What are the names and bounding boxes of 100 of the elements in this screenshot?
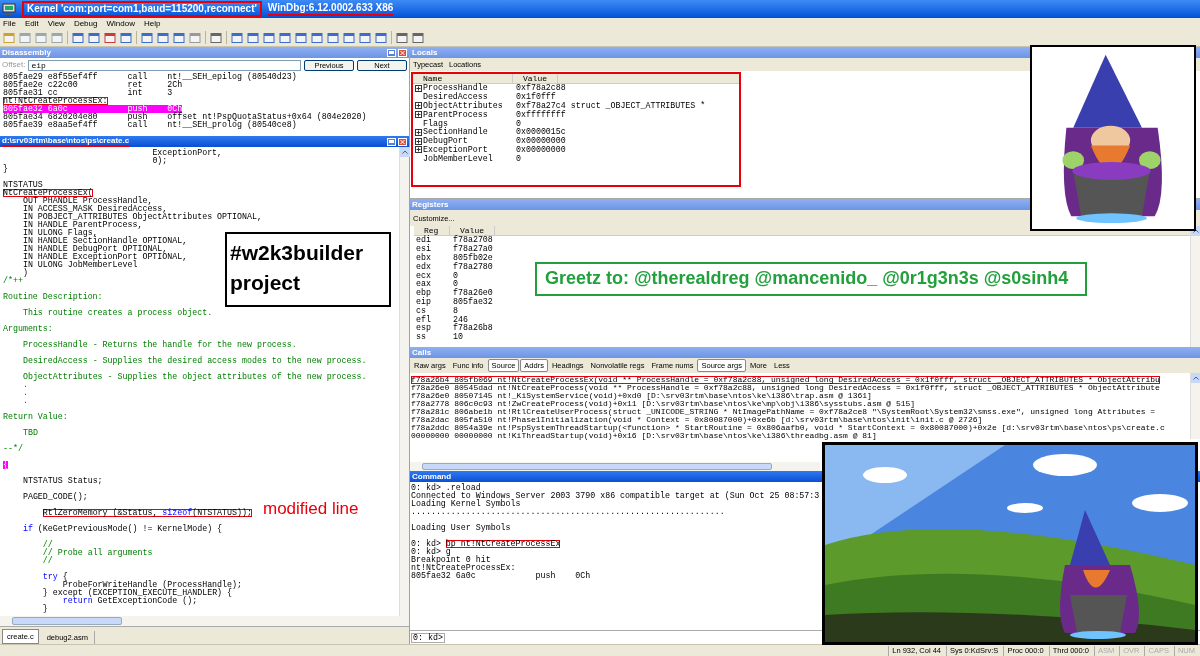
table-cell-text: f78a2780 [452,262,494,271]
window-icon[interactable] [141,31,153,44]
panel-title: Command [412,472,452,481]
window-icon[interactable] [173,31,185,44]
window-icon[interactable] [396,31,408,44]
table-cell: ebp [416,289,431,298]
table-cell: edi [416,236,431,245]
scroll-thumb[interactable] [422,463,772,470]
window-icon[interactable] [279,31,291,44]
greetings-label: Greetz to: @therealdreg @mancenido_ @0r1g3n3s @s0sinh4 [535,262,1087,296]
table-cell: ObjectAttributes [423,102,503,110]
close-icon[interactable] [398,48,407,57]
table-cell-text: 805fb02e [452,254,494,262]
code-line: IN POBJECT_ATTRIBUTES ObjectAttributes OPTIONAL, [21,213,262,221]
code-line: f78a26e0 80507145 nt!_KiSystemService(void)+0xd0 [D:\srv03rtm\base\ntos\ke\i386\trap.asm @ 1361] [411,392,872,400]
table-cell-text: 0 [515,154,522,163]
scrollbar[interactable] [410,462,820,471]
code-line: . [21,381,28,389]
window-icon[interactable] [247,31,259,44]
code-line: 805fae34 6820204e80 push offset nt!PspQuotaStatus+0x64 (804e2020) [3,113,367,121]
restore-icon[interactable] [387,48,396,57]
window-icon[interactable] [327,31,339,44]
code-line: ............................................................... [411,508,725,516]
code-line: Arguments: [3,325,53,333]
scrollbar[interactable] [1190,373,1200,439]
monitor-icon [2,2,16,16]
table-cell: SectionHandle [423,128,488,137]
menu-item[interactable]: View [47,18,65,29]
window-icon[interactable] [231,31,243,44]
code-line: nt!NtCreateProcessEx: [411,564,516,572]
window-icon[interactable] [295,31,307,44]
expand-icon[interactable] [415,128,422,136]
column-header[interactable]: Name [413,74,513,83]
expand-icon[interactable] [415,111,422,119]
expand-icon[interactable] [415,84,422,92]
table-cell-text: 805fae32 [452,297,494,306]
table-cell-text: 0xf78a2c88 [515,84,567,93]
window-icon[interactable] [375,31,387,44]
table-cell-text: 0x00000000 [515,145,567,154]
table-cell-text: 0x00000000 [515,137,567,146]
restore-icon[interactable] [387,137,396,146]
code-line: // [41,541,53,549]
table-cell: ebx [416,254,431,262]
scrollbar[interactable] [0,616,409,626]
window-icon[interactable] [157,31,169,44]
code-line: ProcessHandle - Returns the handle for the new process. [21,341,297,349]
window-icon[interactable] [359,31,371,44]
code-line: f78a2dac 805fa510 nt!Phase1Initialization(void * Context = 0x80087000)+0xe6b [d:\srv03rtm\base\ntos\init\init.c @ 2726] [411,416,983,424]
menu-item[interactable]: Edit [24,18,39,29]
table-cell-text: 10 [452,333,464,342]
scrollbar[interactable] [1190,226,1200,347]
column-header[interactable]: Value [450,226,495,235]
table-cell: eip [416,297,431,306]
code-line: Return Value: [3,413,68,421]
code-line: OUT PHANDLE ProcessHandle, [22,197,153,205]
window-icon[interactable] [412,31,424,44]
window-icon[interactable] [311,31,323,44]
window-icon[interactable] [189,31,201,44]
code-line: if (KeGetPreviousMode() != KernelMode) { [21,525,223,533]
expand-icon[interactable] [415,102,422,110]
table-cell: cs [416,306,426,315]
expand-icon[interactable] [415,146,422,154]
table-cell: JobMemberLevel [423,154,493,163]
menu-item[interactable]: File [3,18,16,29]
expand-icon[interactable] [415,137,422,145]
window-icon[interactable] [104,31,116,44]
code-line: ) [22,269,28,277]
window-icon[interactable] [263,31,275,44]
table-cell: edx [416,262,431,271]
code-line: Breakpoint 0 hit [411,556,491,564]
offset-field[interactable]: eip [28,59,301,71]
close-icon[interactable] [398,137,407,146]
window-icon[interactable] [72,31,84,44]
window-icon[interactable] [210,31,222,44]
code-line: IN ULONG JobMemberLevel [21,261,138,269]
menu-item[interactable]: Debug [73,18,98,29]
table-cell-text: 0 [452,271,459,280]
table-cell-text: f78a27a0 [452,245,494,254]
window-title: Kernel 'com:port=com1,baud=115200,reconnect' [22,1,262,17]
table-cell: DesiredAccess [423,93,488,102]
window-icon[interactable] [120,31,132,44]
code-line: 805fae29 e8f55ef4ff call nt!__SEH_epilog (80540d23) [3,73,297,81]
code-line: 0); [151,157,168,165]
column-header[interactable]: Reg [414,226,450,235]
window-icon[interactable] [88,31,100,44]
table-cell-text: 8 [452,306,459,315]
table-cell: ParentProcess [423,110,488,119]
code-line: 805fae31 cc int 3 [3,89,173,97]
menu-item[interactable]: Window [106,18,135,29]
code-line: --*/ [3,445,23,453]
scroll-thumb[interactable] [12,617,122,625]
window-icon[interactable] [343,31,355,44]
code-line: ProbeForWriteHandle (ProcessHandle); [61,581,242,589]
code-line: /*++ [3,277,23,285]
code-line: 0: kd> g [411,548,451,556]
scrollbar[interactable] [399,147,409,616]
code-line: TBD [21,429,38,437]
code-line: try { [41,573,68,581]
menu-item[interactable]: Help [143,18,161,29]
column-header[interactable]: Value [513,74,558,83]
